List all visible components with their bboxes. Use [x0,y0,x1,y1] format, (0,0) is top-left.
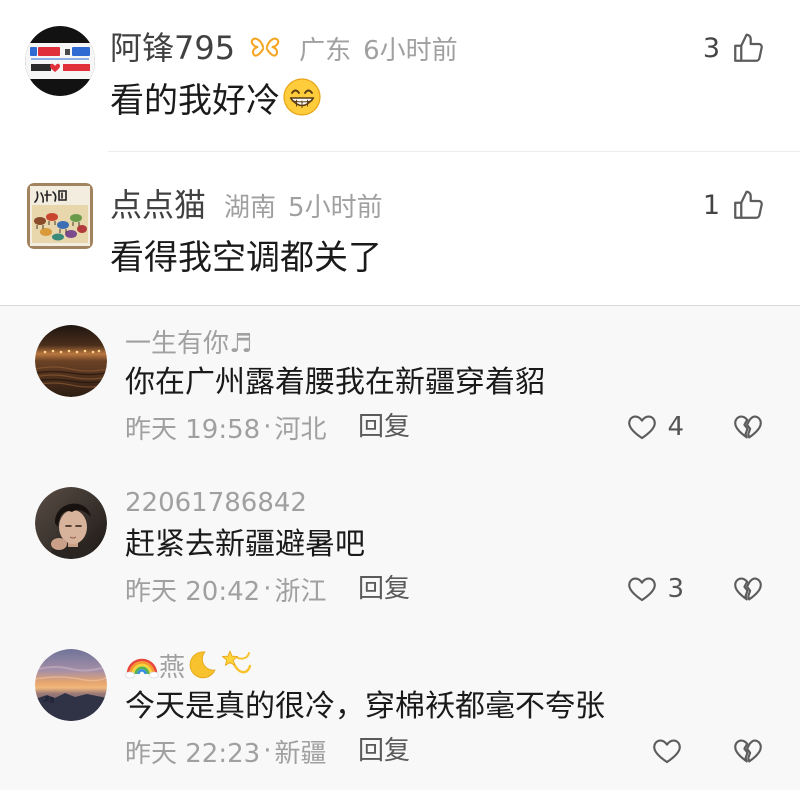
comment-time: 昨天 19:58 [125,414,261,445]
comment-time: 5小时前 [288,192,383,223]
like-count: 1 [702,189,720,221]
comment-location: 河北 [274,414,327,445]
heart-outline-icon [625,411,659,443]
reply-button[interactable]: 回复 [358,734,410,768]
username[interactable]: 一生有你♬ [125,323,252,360]
username[interactable]: 阿锋795 [110,28,235,68]
like-button[interactable]: 3 [703,28,766,68]
meta-separator: · [263,736,272,766]
avatar[interactable] [35,325,107,397]
comment-meta: 昨天 22:23 · 新疆 [125,734,327,769]
comment-header: 阿锋795 广东 6小时前 [110,28,458,68]
comment-screenshot: 阿锋795 广东 6小时前 3 看的我好冷 点点猫 湖南 5小时前 1 看得我空… [0,0,800,790]
username-text[interactable]: 燕 [159,647,185,684]
reply-button[interactable]: 回复 [358,410,410,444]
reply-button[interactable]: 回复 [358,572,410,606]
comment-location: 浙江 [274,576,327,607]
like-count: 3 [702,32,720,64]
thumbs-up-icon [730,187,766,223]
username[interactable]: 22061786842 [125,486,307,520]
comment-item: 一生有你♬ 你在广州露着腰我在新疆穿着貂 昨天 19:58 · 河北 回复 4 [0,305,800,465]
comment-text: 今天是真的很冷，穿棉袄都毫不夸张 [125,689,605,724]
comment-item: 燕 今天是真的很冷，穿棉袄都毫不夸张 昨天 22:23 · 新疆 回复 [0,629,800,789]
like-button[interactable]: 4 [625,410,684,444]
comment-item: 22061786842 赶紧去新疆避暑吧 昨天 20:42 · 浙江 回复 3 [0,467,800,627]
broken-heart-icon[interactable] [731,573,765,605]
comment-meta: 昨天 19:58 · 河北 [125,410,327,445]
avatar[interactable] [27,183,93,249]
heart-outline-icon [650,735,684,767]
like-count: 4 [667,412,684,442]
heart-outline-icon [625,573,659,605]
comment-meta: 昨天 20:42 · 浙江 [125,572,327,607]
comment-divider [108,151,800,152]
like-count: 3 [667,574,684,604]
rainbow-emoji-icon [125,648,159,682]
username[interactable]: 燕 [125,647,253,684]
beaming-face-emoji-icon [282,77,322,117]
username-text[interactable]: 一生有你♬ [125,323,252,360]
comment-text: 赶紧去新疆避暑吧 [125,527,365,562]
comment-location: 新疆 [274,738,327,769]
like-button[interactable]: 1 [703,185,766,225]
like-button[interactable] [650,734,684,768]
avatar[interactable] [35,487,107,559]
crescent-moon-emoji-icon [185,648,219,682]
comment-text: 看得我空调都关了 [110,237,382,278]
butterfly-badge-icon[interactable] [249,34,281,62]
comment-text-row: 看得我空调都关了 [110,233,382,278]
like-button[interactable]: 3 [625,572,684,606]
avatar[interactable] [35,649,107,721]
comment-text: 看的我好冷 [110,80,280,121]
comment-text: 你在广州露着腰我在新疆穿着貂 [125,365,545,400]
meta-separator: · [263,412,272,442]
broken-heart-icon[interactable] [731,411,765,443]
comment-time: 昨天 22:23 [125,738,261,769]
dizzy-emoji-icon [219,648,253,682]
comment-text-row: 看的我好冷 [110,76,322,121]
comment-item: 点点猫 湖南 5小时前 1 看得我空调都关了 [0,157,800,307]
comment-location: 湖南 [224,192,277,223]
username-text[interactable]: 22061786842 [125,488,307,518]
meta-separator: · [263,574,272,604]
comment-item: 阿锋795 广东 6小时前 3 看的我好冷 [0,0,800,150]
avatar[interactable] [25,26,95,96]
comment-location: 广东 [299,35,352,66]
username[interactable]: 点点猫 [110,185,206,225]
comment-time: 6小时前 [363,35,458,66]
comment-time: 昨天 20:42 [125,576,261,607]
thumbs-up-icon [730,30,766,66]
broken-heart-icon[interactable] [731,735,765,767]
comment-header: 点点猫 湖南 5小时前 [110,185,383,225]
